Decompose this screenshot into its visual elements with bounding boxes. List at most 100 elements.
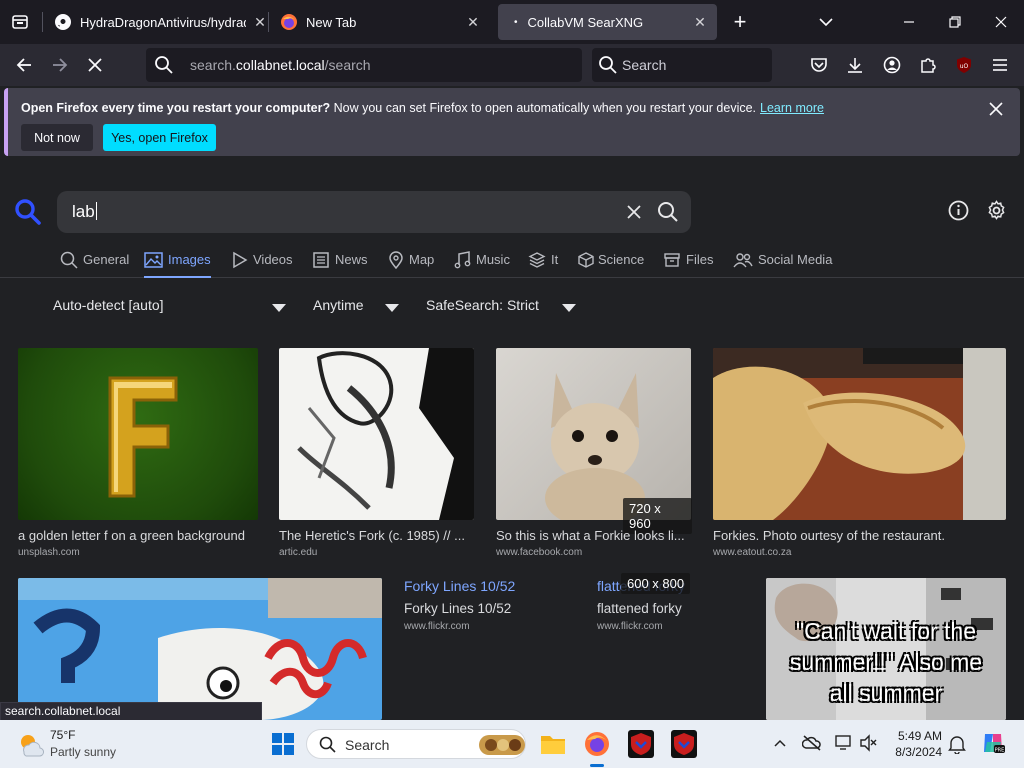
- extensions-puzzle-icon[interactable]: [917, 54, 939, 76]
- not-now-button[interactable]: Not now: [21, 124, 93, 151]
- result-title[interactable]: So this is what a Forkie looks li...: [496, 528, 690, 543]
- windows-taskbar: 75°F Partly sunny Search 5:49 AM 8/3/2024…: [0, 720, 1024, 768]
- image-result[interactable]: a golden letter f on a green background …: [18, 348, 258, 568]
- browser-search-box[interactable]: Search: [592, 48, 772, 82]
- hydradragon-app-icon[interactable]: [671, 730, 697, 758]
- category-label: It: [551, 252, 559, 267]
- result-title[interactable]: The Heretic's Fork (c. 1985) // ...: [279, 528, 473, 543]
- show-hidden-icons-chevron-icon[interactable]: [773, 737, 787, 749]
- image-result[interactable]: The Heretic's Fork (c. 1985) // ... arti…: [279, 348, 475, 568]
- result-url: www.flickr.com: [404, 621, 470, 632]
- category-videos[interactable]: Videos: [232, 251, 293, 278]
- account-icon[interactable]: [881, 54, 903, 76]
- search-filters: Auto-detect [auto] Anytime SafeSearch: S…: [0, 295, 1024, 319]
- category-map[interactable]: Map: [388, 251, 434, 278]
- dropdown-arrow-icon[interactable]: [562, 304, 576, 312]
- onedrive-cloud-icon[interactable]: [802, 734, 822, 752]
- time-range-select[interactable]: Anytime: [313, 297, 364, 313]
- category-files[interactable]: Files: [663, 252, 713, 278]
- category-images[interactable]: Images: [144, 252, 211, 278]
- close-window-icon[interactable]: [990, 11, 1012, 33]
- back-arrow-icon[interactable]: [13, 54, 35, 76]
- volume-muted-icon[interactable]: [858, 734, 878, 752]
- image-result[interactable]: "Can't wait for the summer!!" Also me al…: [766, 578, 1006, 720]
- pocket-icon[interactable]: [808, 54, 830, 76]
- clear-search-icon[interactable]: [624, 202, 644, 222]
- result-thumbnail[interactable]: [496, 348, 691, 520]
- result-thumbnail[interactable]: "Can't wait for the summer!!" Also me al…: [766, 578, 1006, 720]
- result-thumbnail[interactable]: [713, 348, 1006, 520]
- tab-manager-icon[interactable]: [9, 11, 31, 33]
- copilot-icon[interactable]: PRE: [980, 730, 1006, 756]
- dropdown-arrow-icon[interactable]: [272, 304, 286, 312]
- result-title[interactable]: flattened forky: [597, 601, 757, 616]
- result-url: www.facebook.com: [496, 547, 583, 558]
- image-result[interactable]: Forkies. Photo ourtesy of the restaurant…: [713, 348, 1007, 568]
- settings-gear-icon[interactable]: [986, 200, 1007, 221]
- firefox-taskbar-icon[interactable]: [583, 730, 611, 758]
- result-title[interactable]: Forkies. Photo ourtesy of the restaurant…: [713, 528, 1005, 543]
- list-all-tabs-chevron-icon[interactable]: [815, 11, 837, 33]
- dropdown-arrow-icon[interactable]: [385, 304, 399, 312]
- search-icon: [599, 56, 617, 74]
- network-display-icon[interactable]: [834, 734, 854, 752]
- close-tab-icon[interactable]: ✕: [251, 13, 269, 31]
- hamburger-menu-icon[interactable]: [989, 54, 1011, 76]
- taskbar-search-box[interactable]: Search: [306, 729, 526, 759]
- tab-hydradragon[interactable]: HydraDragonAntivirus/hydrado ✕: [44, 4, 266, 40]
- category-social-media[interactable]: Social Media: [733, 252, 832, 278]
- new-tab-plus-icon[interactable]: +: [729, 9, 751, 34]
- category-science[interactable]: Science: [577, 252, 644, 278]
- weather-partly-sunny-icon[interactable]: [16, 730, 44, 758]
- image-result[interactable]: [18, 578, 383, 720]
- ink-sketch-image: [297, 348, 474, 520]
- safesearch-select[interactable]: SafeSearch: Strict: [426, 297, 539, 313]
- search-placeholder: Search: [622, 57, 667, 73]
- clock-date: 8/3/2024: [895, 745, 942, 759]
- close-tab-icon[interactable]: ✕: [691, 13, 709, 31]
- image-result[interactable]: 720 x 960 So this is what a Forkie looks…: [496, 348, 692, 568]
- search-submit-icon[interactable]: [657, 201, 679, 223]
- notification-bell-icon[interactable]: [948, 734, 966, 754]
- address-bar[interactable]: search.collabnet.local/search: [146, 48, 582, 82]
- image-dimensions-badge: 600 x 800: [621, 573, 691, 594]
- language-select[interactable]: Auto-detect [auto]: [53, 297, 164, 313]
- hydradragon-app-icon[interactable]: [628, 730, 654, 758]
- category-label: Images: [168, 252, 211, 267]
- search-query-input[interactable]: lab: [57, 191, 691, 233]
- link-result[interactable]: Forky Lines 10/52 Forky Lines 10/52 www.…: [404, 578, 574, 638]
- svg-text:PRE: PRE: [995, 748, 1005, 754]
- file-explorer-icon[interactable]: [540, 732, 566, 756]
- close-tab-icon[interactable]: ✕: [464, 13, 482, 31]
- ublock-origin-icon[interactable]: uO: [953, 54, 975, 76]
- result-title[interactable]: a golden letter f on a green background: [18, 528, 258, 543]
- yes-open-firefox-button[interactable]: Yes, open Firefox: [103, 124, 216, 151]
- searxng-logo-icon[interactable]: [14, 198, 42, 226]
- learn-more-link[interactable]: Learn more: [760, 101, 824, 115]
- category-label: Videos: [253, 252, 293, 267]
- forward-arrow-icon[interactable]: [49, 54, 71, 76]
- system-clock[interactable]: 5:49 AM 8/3/2024: [884, 728, 942, 760]
- weather-condition[interactable]: Partly sunny: [50, 745, 116, 759]
- stop-loading-icon[interactable]: [84, 54, 106, 76]
- category-music[interactable]: Music: [454, 251, 510, 278]
- restore-icon[interactable]: [944, 11, 966, 33]
- tab-collabvm-searxng[interactable]: • CollabVM SearXNG ✕: [498, 4, 717, 40]
- windows-start-icon[interactable]: [272, 733, 294, 755]
- category-it[interactable]: It: [528, 252, 558, 278]
- result-thumbnail[interactable]: [279, 348, 474, 520]
- close-notification-icon[interactable]: [986, 99, 1006, 119]
- link-result[interactable]: flattened forky 600 x 800 flattened fork…: [597, 573, 757, 638]
- category-news[interactable]: News: [311, 252, 368, 278]
- tab-new-tab[interactable]: New Tab ✕: [270, 4, 492, 40]
- downloads-icon[interactable]: [844, 54, 866, 76]
- result-title[interactable]: Forky Lines 10/52: [404, 601, 574, 616]
- newspaper-icon: [313, 252, 329, 268]
- category-general[interactable]: General: [60, 251, 129, 278]
- weather-temperature[interactable]: 75°F: [50, 728, 75, 742]
- result-thumbnail[interactable]: [18, 348, 258, 520]
- info-icon[interactable]: [948, 200, 969, 221]
- minimize-icon[interactable]: [898, 11, 920, 33]
- result-link-title[interactable]: Forky Lines 10/52: [404, 578, 515, 594]
- result-thumbnail[interactable]: [18, 578, 382, 720]
